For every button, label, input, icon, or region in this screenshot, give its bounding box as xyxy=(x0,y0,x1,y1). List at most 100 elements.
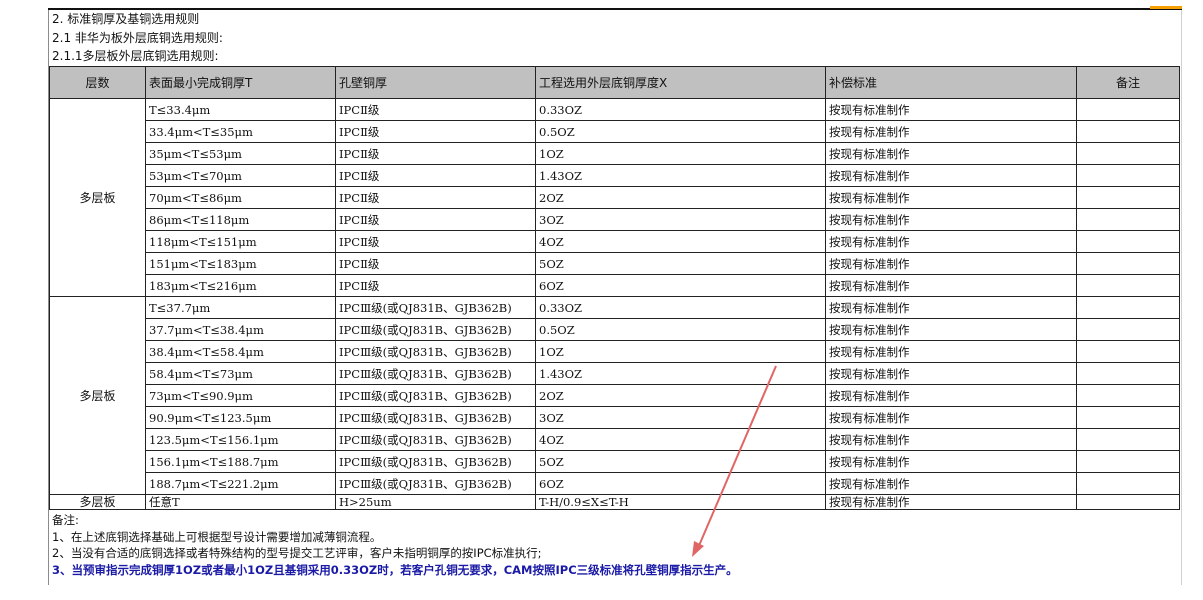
cell-hole-copper[interactable]: IPCⅢ级(或QJ831B、GJB362B) xyxy=(335,450,536,473)
cell-hole-copper[interactable]: IPCⅡ级 xyxy=(335,142,536,165)
cell-min-copper[interactable]: 73μm<T≤90.9μm xyxy=(145,384,336,407)
cell-remark[interactable] xyxy=(1076,98,1180,121)
cell-remark[interactable] xyxy=(1076,296,1180,319)
cell-remark[interactable] xyxy=(1076,406,1180,429)
cell-min-copper[interactable]: 156.1μm<T≤188.7μm xyxy=(145,450,336,473)
cell-min-copper[interactable]: 38.4μm<T≤58.4μm xyxy=(145,340,336,363)
cell-hole-copper[interactable]: IPCⅢ级(或QJ831B、GJB362B) xyxy=(335,406,536,429)
cell-hole-copper[interactable]: IPCⅡ级 xyxy=(335,120,536,143)
cell-remark[interactable] xyxy=(1076,164,1180,187)
header-compensation-standard[interactable]: 补偿标准 xyxy=(825,66,1077,99)
cell-compensation[interactable]: 按现有标准制作 xyxy=(825,208,1077,231)
cell-hole-copper[interactable]: IPCⅢ级(或QJ831B、GJB362B) xyxy=(335,318,536,341)
header-base-copper-thickness[interactable]: 工程选用外层底铜厚度X xyxy=(535,66,826,99)
header-layer-count[interactable]: 层数 xyxy=(49,66,146,99)
cell-hole-copper[interactable]: IPCⅢ级(或QJ831B、GJB362B) xyxy=(335,428,536,451)
cell-min-copper[interactable]: 35μm<T≤53μm xyxy=(145,142,336,165)
cell-hole-copper[interactable]: IPCⅢ级(或QJ831B、GJB362B) xyxy=(335,384,536,407)
cell-remark[interactable] xyxy=(1076,494,1180,510)
cell-compensation[interactable]: 按现有标准制作 xyxy=(825,406,1077,429)
cell-compensation[interactable]: 按现有标准制作 xyxy=(825,384,1077,407)
cell-base-copper[interactable]: 6OZ xyxy=(535,472,826,495)
cell-base-copper[interactable]: 1.43OZ xyxy=(535,164,826,187)
cell-min-copper[interactable]: 90.9μm<T≤123.5μm xyxy=(145,406,336,429)
cell-remark[interactable] xyxy=(1076,340,1180,363)
cell-remark[interactable] xyxy=(1076,450,1180,473)
cell-min-copper[interactable]: 188.7μm<T≤221.2μm xyxy=(145,472,336,495)
cell-compensation[interactable]: 按现有标准制作 xyxy=(825,186,1077,209)
cell-min-copper[interactable]: 123.5μm<T≤156.1μm xyxy=(145,428,336,451)
cell-base-copper[interactable]: T-H/0.9≤X≤T-H xyxy=(535,494,826,510)
cell-hole-copper[interactable]: IPCⅡ级 xyxy=(335,186,536,209)
cell-compensation[interactable]: 按现有标准制作 xyxy=(825,98,1077,121)
cell-hole-copper[interactable]: IPCⅡ级 xyxy=(335,252,536,275)
cell-remark[interactable] xyxy=(1076,362,1180,385)
cell-base-copper[interactable]: 5OZ xyxy=(535,450,826,473)
cell-compensation[interactable]: 按现有标准制作 xyxy=(825,494,1077,510)
cell-compensation[interactable]: 按现有标准制作 xyxy=(825,164,1077,187)
cell-layer-group[interactable]: 多层板 xyxy=(49,494,146,510)
cell-base-copper[interactable]: 0.33OZ xyxy=(535,296,826,319)
cell-base-copper[interactable]: 0.33OZ xyxy=(535,98,826,121)
cell-hole-copper[interactable]: IPCⅡ级 xyxy=(335,208,536,231)
cell-base-copper[interactable]: 1OZ xyxy=(535,340,826,363)
cell-min-copper[interactable]: 118μm<T≤151μm xyxy=(145,230,336,253)
cell-compensation[interactable]: 按现有标准制作 xyxy=(825,230,1077,253)
cell-hole-copper[interactable]: IPCⅢ级(或QJ831B、GJB362B) xyxy=(335,296,536,319)
cell-base-copper[interactable]: 1OZ xyxy=(535,142,826,165)
cell-layer-group[interactable]: 多层板 xyxy=(49,98,146,297)
cell-compensation[interactable]: 按现有标准制作 xyxy=(825,252,1077,275)
cell-compensation[interactable]: 按现有标准制作 xyxy=(825,340,1077,363)
cell-compensation[interactable]: 按现有标准制作 xyxy=(825,472,1077,495)
cell-min-copper[interactable]: 33.4μm<T≤35μm xyxy=(145,120,336,143)
cell-min-copper[interactable]: T≤37.7μm xyxy=(145,296,336,319)
cell-remark[interactable] xyxy=(1076,274,1180,297)
cell-remark[interactable] xyxy=(1076,120,1180,143)
cell-compensation[interactable]: 按现有标准制作 xyxy=(825,362,1077,385)
cell-remark[interactable] xyxy=(1076,208,1180,231)
cell-remark[interactable] xyxy=(1076,318,1180,341)
cell-base-copper[interactable]: 2OZ xyxy=(535,384,826,407)
cell-hole-copper[interactable]: IPCⅢ级(或QJ831B、GJB362B) xyxy=(335,340,536,363)
cell-remark[interactable] xyxy=(1076,142,1180,165)
cell-base-copper[interactable]: 6OZ xyxy=(535,274,826,297)
cell-compensation[interactable]: 按现有标准制作 xyxy=(825,450,1077,473)
cell-hole-copper[interactable]: IPCⅢ级(或QJ831B、GJB362B) xyxy=(335,472,536,495)
cell-compensation[interactable]: 按现有标准制作 xyxy=(825,428,1077,451)
cell-remark[interactable] xyxy=(1076,186,1180,209)
cell-remark[interactable] xyxy=(1076,230,1180,253)
header-min-finished-copper[interactable]: 表面最小完成铜厚T xyxy=(145,66,336,99)
cell-min-copper[interactable]: 53μm<T≤70μm xyxy=(145,164,336,187)
cell-remark[interactable] xyxy=(1076,252,1180,275)
cell-hole-copper[interactable]: IPCⅡ级 xyxy=(335,274,536,297)
cell-compensation[interactable]: 按现有标准制作 xyxy=(825,296,1077,319)
cell-base-copper[interactable]: 3OZ xyxy=(535,208,826,231)
cell-remark[interactable] xyxy=(1076,472,1180,495)
cell-hole-copper[interactable]: IPCⅡ级 xyxy=(335,164,536,187)
cell-min-copper[interactable]: 183μm<T≤216μm xyxy=(145,274,336,297)
cell-min-copper[interactable]: 86μm<T≤118μm xyxy=(145,208,336,231)
cell-base-copper[interactable]: 2OZ xyxy=(535,186,826,209)
cell-min-copper[interactable]: T≤33.4μm xyxy=(145,98,336,121)
cell-hole-copper[interactable]: IPCⅡ级 xyxy=(335,98,536,121)
header-hole-wall-copper[interactable]: 孔壁铜厚 xyxy=(335,66,536,99)
cell-compensation[interactable]: 按现有标准制作 xyxy=(825,318,1077,341)
cell-compensation[interactable]: 按现有标准制作 xyxy=(825,142,1077,165)
cell-base-copper[interactable]: 1.43OZ xyxy=(535,362,826,385)
cell-base-copper[interactable]: 4OZ xyxy=(535,230,826,253)
cell-min-copper[interactable]: 151μm<T≤183μm xyxy=(145,252,336,275)
cell-min-copper[interactable]: 任意T xyxy=(145,494,336,510)
cell-base-copper[interactable]: 0.5OZ xyxy=(535,318,826,341)
cell-remark[interactable] xyxy=(1076,384,1180,407)
cell-base-copper[interactable]: 5OZ xyxy=(535,252,826,275)
cell-hole-copper[interactable]: IPCⅡ级 xyxy=(335,230,536,253)
cell-min-copper[interactable]: 70μm<T≤86μm xyxy=(145,186,336,209)
cell-min-copper[interactable]: 58.4μm<T≤73μm xyxy=(145,362,336,385)
cell-min-copper[interactable]: 37.7μm<T≤38.4μm xyxy=(145,318,336,341)
header-remarks[interactable]: 备注 xyxy=(1076,66,1180,99)
cell-hole-copper[interactable]: IPCⅢ级(或QJ831B、GJB362B) xyxy=(335,362,536,385)
cell-compensation[interactable]: 按现有标准制作 xyxy=(825,120,1077,143)
cell-base-copper[interactable]: 0.5OZ xyxy=(535,120,826,143)
cell-hole-copper[interactable]: H>25um xyxy=(335,494,536,510)
cell-compensation[interactable]: 按现有标准制作 xyxy=(825,274,1077,297)
